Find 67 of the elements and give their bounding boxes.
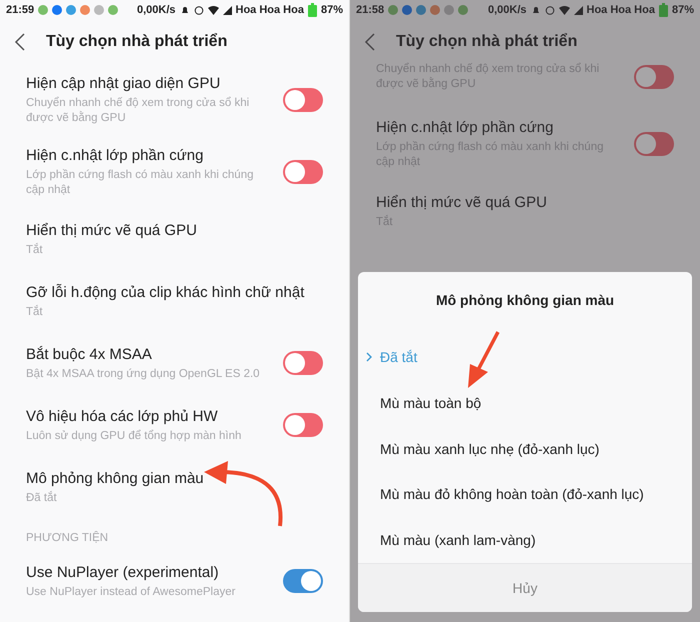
setting-title[interactable]: Bắt buộc 4x MSAA <box>26 344 271 364</box>
network-speed: 0,00K/s <box>488 4 526 16</box>
toggle-switch[interactable] <box>283 88 323 112</box>
signal-icon <box>222 6 232 14</box>
setting-title[interactable]: Gỡ lỗi h.động của clip khác hình chữ nhật <box>26 282 311 302</box>
notification-icon <box>402 5 412 15</box>
chevron-icon <box>366 352 372 362</box>
setting-description: Luôn sử dụng GPU để tổng hợp màn hình <box>26 428 242 444</box>
battery-icon <box>658 3 668 17</box>
status-time: 21:58 <box>356 4 384 16</box>
toggle-switch[interactable] <box>283 569 323 593</box>
notification-icon <box>94 5 104 15</box>
wifi-icon <box>558 6 570 14</box>
notification-icon <box>66 5 76 15</box>
page-title: Tùy chọn nhà phát triển <box>396 33 578 51</box>
setting-title[interactable]: Hiện cập nhật giao diện GPU <box>26 74 271 93</box>
toggle-switch[interactable] <box>283 160 323 184</box>
battery-icon <box>308 3 317 17</box>
setting-title[interactable]: Hiển thị mức vẽ quá GPU <box>376 192 662 212</box>
setting-title[interactable]: Hiển thị mức vẽ quá GPU <box>26 220 311 240</box>
notification-icon <box>108 5 118 15</box>
setting-description: Tắt <box>26 242 44 258</box>
page-title: Tùy chọn nhà phát triển <box>46 33 228 51</box>
setting-description: Chuyển nhanh chế độ xem trong cửa sổ khi được vẽ bằng GPU <box>26 96 250 126</box>
battery-percent: 87% <box>672 4 694 16</box>
mute-bell-icon <box>530 5 540 15</box>
setting-description: Lớp phần cứng flash có màu xanh khi chúng cập nhật <box>26 168 254 198</box>
notification-icon <box>52 5 62 15</box>
notification-icon <box>430 5 440 15</box>
toggle-switch[interactable] <box>634 65 674 89</box>
battery-percent: 87% <box>320 4 343 16</box>
setting-title[interactable]: Hiện c.nhật lớp phần cứng <box>376 118 622 137</box>
back-button[interactable] <box>364 32 376 52</box>
toggle-switch[interactable] <box>283 413 323 437</box>
wifi-icon <box>208 6 218 14</box>
dialog-option[interactable]: Mù màu xanh lục nhẹ (đỏ-xanh lục) <box>358 426 692 472</box>
alarm-icon <box>544 5 554 15</box>
back-button[interactable] <box>14 32 26 52</box>
dialog-option[interactable]: Mù màu (xanh lam-vàng) <box>358 517 692 564</box>
mute-bell-icon <box>180 5 190 15</box>
setting-title[interactable]: Vô hiệu hóa các lớp phủ HW <box>26 406 271 426</box>
notification-icon <box>80 5 90 15</box>
network-speed: 0,00K/s <box>136 4 176 16</box>
notification-icon <box>444 5 454 15</box>
dialog-option[interactable]: Mù màu đỏ không hoàn toàn (đỏ-xanh lục) <box>358 471 692 518</box>
section-header: PHƯƠNG TIỆN <box>26 532 108 544</box>
status-time: 21:59 <box>6 4 34 16</box>
setting-description: Tắt <box>26 304 44 320</box>
carrier-name: Hoa Hoa Hoa <box>586 4 655 16</box>
notification-icon <box>38 5 48 15</box>
carrier-name: Hoa Hoa Hoa <box>236 4 304 16</box>
setting-title[interactable]: Hiện c.nhật lớp phần cứng <box>26 146 271 165</box>
toggle-switch[interactable] <box>634 132 674 156</box>
notification-icon <box>388 5 398 15</box>
setting-title[interactable]: Use NuPlayer (experimental) <box>26 562 271 582</box>
signal-icon <box>574 6 582 14</box>
pointer-arrow <box>468 331 500 388</box>
toggle-switch[interactable] <box>283 351 323 375</box>
setting-description: Bật 4x MSAA trong ứng dụng OpenGL ES 2.0 <box>26 366 261 382</box>
setting-description: Use NuPlayer instead of AwesomePlayer <box>26 584 236 600</box>
setting-description: Đã tắt <box>26 490 58 506</box>
alarm-icon <box>194 5 204 15</box>
dialog-title: Mô phỏng không gian màu <box>436 292 614 308</box>
dialog-option[interactable]: Mù màu toàn bộ <box>358 380 692 426</box>
setting-title[interactable]: Mô phỏng không gian màu <box>26 468 311 488</box>
notification-icon <box>458 5 468 15</box>
notification-icon <box>416 5 426 15</box>
